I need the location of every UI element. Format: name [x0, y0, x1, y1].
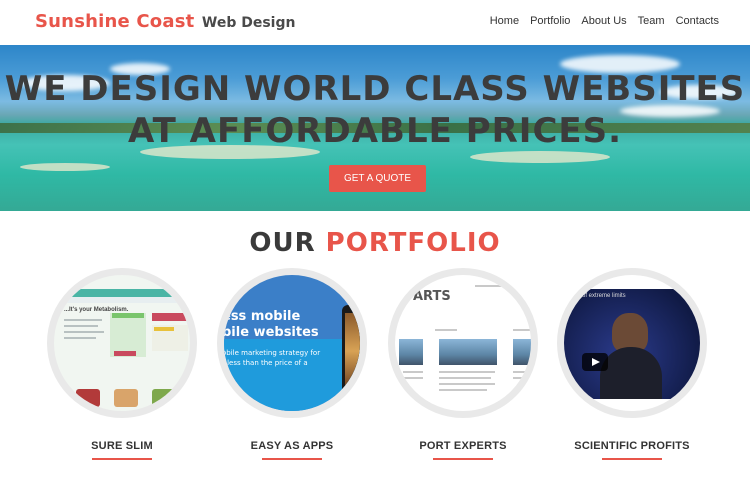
brand-name: Sunshine Coast	[35, 11, 195, 32]
nav-item-home[interactable]: Home	[490, 15, 519, 27]
thumb-text: of extreme limits	[582, 293, 626, 299]
hero-headline: WE DESIGN WORLD CLASS WEBSITES AT AFFORD…	[0, 68, 750, 152]
thumb-photo	[439, 339, 497, 365]
thumb-button	[152, 313, 188, 321]
thumb-line	[513, 329, 531, 331]
brand-tagline: Web Design	[201, 15, 296, 31]
thumb-line	[513, 377, 531, 379]
thumb-line	[64, 331, 104, 333]
thumb-form-header	[112, 313, 144, 318]
thumb-line	[64, 337, 96, 339]
thumb-line	[439, 377, 491, 379]
play-icon[interactable]	[582, 353, 608, 371]
thumb-speaker-body	[600, 347, 662, 399]
label-underline	[602, 458, 662, 460]
portfolio-heading: OUR PORTFOLIO	[0, 228, 750, 258]
thumb-line	[403, 371, 423, 373]
portfolio-item-easy-as-apps: ess mobile bile websites obile marketing…	[217, 268, 367, 460]
thumb-text: r less than the price of a	[222, 359, 308, 367]
get-a-quote-button[interactable]: GET A QUOTE	[329, 165, 426, 192]
thumb-button	[114, 351, 136, 356]
navbar: Sunshine Coast Web Design Home Portfolio…	[0, 0, 750, 45]
nav-item-team[interactable]: Team	[638, 15, 665, 27]
thumb-badge	[154, 327, 174, 331]
portfolio-heading-part1: OUR	[249, 228, 316, 258]
thumb-logo: ARTS	[413, 289, 451, 304]
nav-item-contacts[interactable]: Contacts	[676, 15, 719, 27]
thumb-photo	[513, 339, 531, 365]
label-underline	[262, 458, 322, 460]
main-nav: Home Portfolio About Us Team Contacts	[479, 15, 719, 27]
nav-item-about-us[interactable]: About Us	[581, 15, 626, 27]
portfolio-item-scientific-profits: of extreme limits SCIENTIFIC PROFITS	[557, 268, 707, 460]
thumb-phone	[342, 305, 360, 397]
hero-sandbar	[470, 151, 610, 163]
portfolio-thumbnail[interactable]: ess mobile bile websites obile marketing…	[217, 268, 367, 418]
thumb-line	[64, 325, 98, 327]
brand-logo[interactable]: Sunshine Coast Web Design	[35, 11, 295, 32]
thumb-photo	[399, 339, 423, 365]
thumb-phone-screen	[345, 313, 360, 389]
label-underline	[433, 458, 493, 460]
hero-headline-line1: WE DESIGN WORLD CLASS WEBSITES	[4, 69, 746, 109]
thumb-line	[403, 377, 423, 379]
portfolio-item-label[interactable]: PORT EXPERTS	[368, 440, 558, 452]
thumb-image	[114, 389, 138, 407]
thumb-line	[439, 389, 487, 391]
hero-headline-line2: AT AFFORDABLE PRICES.	[127, 111, 623, 151]
thumb-text: obile marketing strategy for	[222, 349, 321, 357]
thumb-line	[513, 371, 531, 373]
hero-banner: WE DESIGN WORLD CLASS WEBSITES AT AFFORD…	[0, 45, 750, 211]
portfolio-thumbnail[interactable]: ...It's your Metabolism.	[47, 268, 197, 418]
portfolio-item-label[interactable]: SURE SLIM	[27, 440, 217, 452]
thumb-line	[64, 319, 102, 321]
portfolio-item-label[interactable]: EASY AS APPS	[197, 440, 387, 452]
portfolio-item-port-experts: ARTS PORT EXPERTS	[388, 268, 538, 460]
portfolio-item-sure-slim: ...It's your Metabolism. SURE SLIM	[47, 268, 197, 460]
hero-sandbar	[20, 163, 110, 171]
thumb-image	[152, 389, 176, 407]
thumb-nav-bar	[54, 289, 190, 297]
thumb-line	[435, 329, 457, 331]
portfolio-thumbnail[interactable]: ARTS	[388, 268, 538, 418]
thumb-subbar	[54, 297, 190, 303]
label-underline	[92, 458, 152, 460]
portfolio-item-label[interactable]: SCIENTIFIC PROFITS	[537, 440, 727, 452]
thumb-line	[439, 383, 495, 385]
thumb-line	[475, 285, 525, 287]
portfolio-heading-part2: PORTFOLIO	[325, 228, 501, 258]
thumb-image	[76, 389, 100, 407]
portfolio-thumbnail[interactable]: of extreme limits	[557, 268, 707, 418]
thumb-text: bile websites	[222, 325, 319, 340]
nav-item-portfolio[interactable]: Portfolio	[530, 15, 570, 27]
thumb-text: ess mobile	[222, 309, 301, 324]
thumb-line	[439, 371, 495, 373]
